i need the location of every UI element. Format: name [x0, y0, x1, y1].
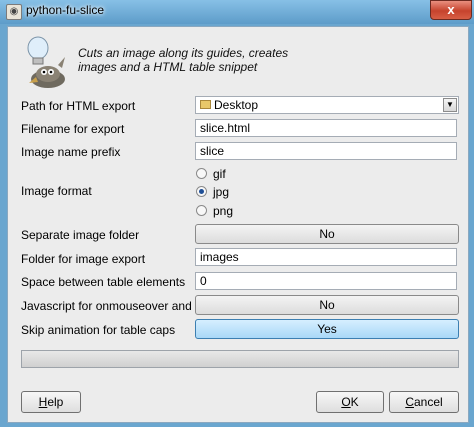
- radio-jpg-label: jpg: [213, 185, 230, 199]
- cancel-label: ancel: [413, 395, 443, 409]
- radio-png[interactable]: [196, 205, 207, 216]
- space-label: Space between table elements: [21, 275, 186, 289]
- dialog-window: ◉ python-fu-slice x Cuts an image along …: [0, 0, 474, 427]
- format-label: Image format: [21, 184, 92, 198]
- description-line-2: images and a HTML table snippet: [78, 60, 258, 74]
- javascript-toggle[interactable]: No: [195, 295, 459, 315]
- cancel-mnemonic: C: [405, 395, 414, 409]
- separate-folder-label: Separate image folder: [21, 228, 140, 242]
- path-value: Desktop: [214, 98, 259, 112]
- ok-label: K: [350, 395, 359, 409]
- help-button[interactable]: Help: [21, 391, 81, 413]
- close-button[interactable]: x: [430, 0, 472, 20]
- space-input[interactable]: 0: [195, 272, 457, 290]
- radio-png-label: png: [213, 204, 234, 218]
- title-bar: ◉ python-fu-slice x: [0, 0, 474, 24]
- ok-button[interactable]: OK: [316, 391, 384, 413]
- gimp-app-icon: ◉: [6, 4, 22, 20]
- ok-mnemonic: O: [341, 395, 351, 409]
- folder-label: Folder for image export: [21, 252, 146, 266]
- skip-animation-toggle[interactable]: Yes: [195, 319, 459, 339]
- prefix-input[interactable]: slice: [195, 142, 457, 160]
- chevron-down-icon[interactable]: ▼: [443, 98, 457, 112]
- help-label: elp: [47, 395, 64, 409]
- radio-gif[interactable]: [196, 168, 207, 179]
- radio-gif-label: gif: [213, 167, 226, 181]
- skip-animation-label: Skip animation for table caps: [21, 323, 176, 337]
- folder-icon: [200, 100, 211, 109]
- filename-input[interactable]: slice.html: [195, 119, 457, 137]
- filename-label: Filename for export: [21, 122, 125, 136]
- path-label: Path for HTML export: [21, 99, 136, 113]
- plugin-description: Cuts an image along its guides, creates …: [78, 46, 288, 74]
- progress-bar: [21, 350, 459, 368]
- dialog-content: Cuts an image along its guides, creates …: [7, 26, 469, 423]
- separate-folder-toggle[interactable]: No: [195, 224, 459, 244]
- window-title: python-fu-slice: [26, 3, 105, 17]
- description-line-1: Cuts an image along its guides, creates: [78, 46, 289, 60]
- folder-input[interactable]: images: [195, 248, 457, 266]
- prefix-label: Image name prefix: [21, 145, 121, 159]
- wilber-lightbulb-icon: [27, 36, 65, 88]
- cancel-button[interactable]: Cancel: [389, 391, 459, 413]
- path-combobox[interactable]: Desktop ▼: [195, 96, 459, 114]
- radio-jpg[interactable]: [196, 186, 207, 197]
